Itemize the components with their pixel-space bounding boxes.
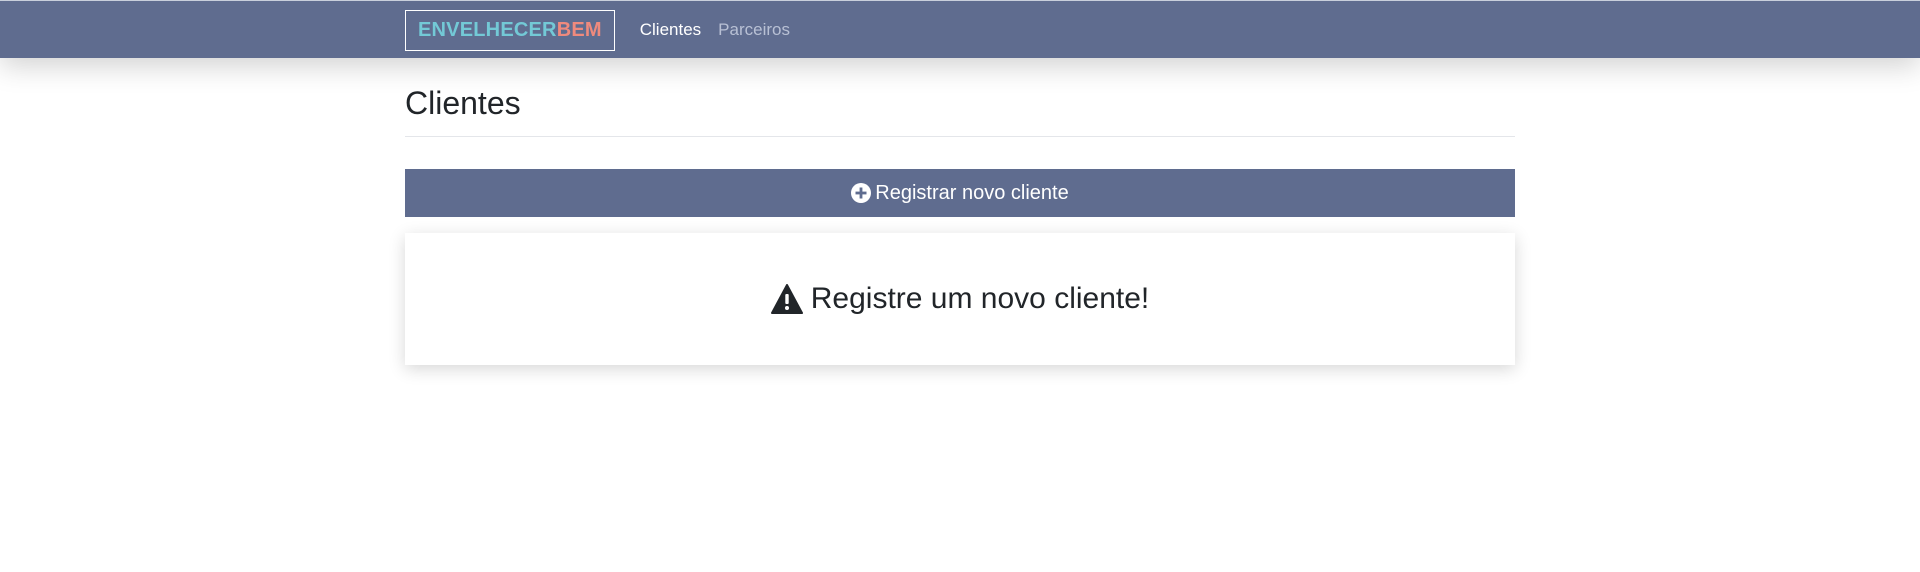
register-client-button[interactable]: Registrar novo cliente bbox=[405, 169, 1515, 217]
brand-logo[interactable]: ENVELHECER BEM bbox=[405, 9, 615, 51]
empty-state-message: Registre um novo cliente! bbox=[770, 282, 1150, 316]
warning-triangle-icon bbox=[770, 284, 803, 314]
plus-circle-icon bbox=[851, 183, 872, 203]
brand-text-accent: BEM bbox=[556, 18, 602, 41]
nav-link-clientes[interactable]: Clientes bbox=[640, 20, 701, 40]
brand-text-primary: ENVELHECER bbox=[418, 18, 557, 41]
register-client-label: Registrar novo cliente bbox=[875, 181, 1069, 204]
empty-state-card: Registre um novo cliente! bbox=[405, 233, 1515, 365]
page-title: Clientes bbox=[405, 85, 521, 121]
empty-state-text: Registre um novo cliente! bbox=[810, 282, 1150, 315]
navbar-content: ENVELHECER BEM Clientes Parceiros bbox=[405, 1, 790, 59]
main-container: Clientes Registrar novo cliente Registre… bbox=[405, 58, 1515, 365]
top-navbar: ENVELHECER BEM Clientes Parceiros bbox=[0, 0, 1920, 58]
title-divider bbox=[405, 136, 1515, 137]
nav-link-parceiros[interactable]: Parceiros bbox=[718, 20, 790, 40]
